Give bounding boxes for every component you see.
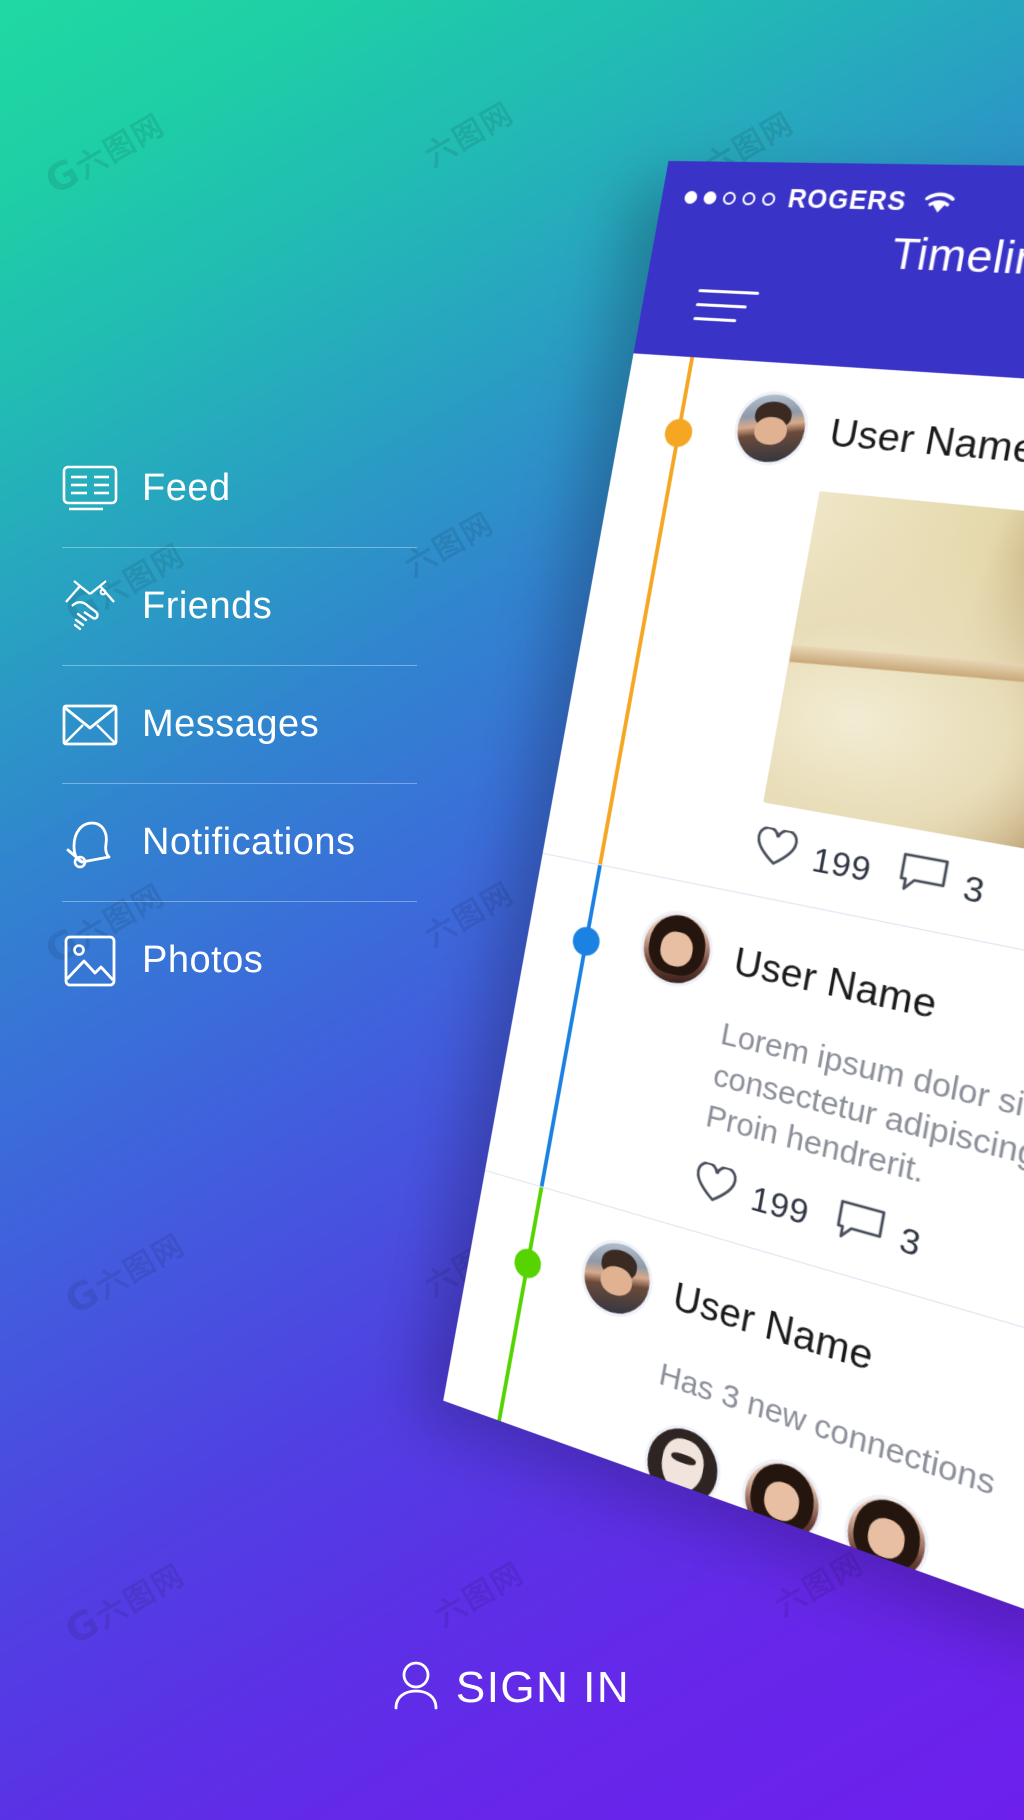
handshake-icon	[62, 579, 118, 635]
timeline-dot	[512, 1245, 544, 1282]
avatar[interactable]	[634, 904, 719, 994]
like-count: 199	[747, 1178, 813, 1233]
comment-bubble-icon	[832, 1198, 886, 1258]
sidebar-item-label: Notifications	[142, 821, 356, 863]
sidebar-menu: Feed Friends Messages Notifications Phot…	[62, 430, 417, 1019]
sidebar-item-label: Friends	[142, 585, 273, 627]
feed-icon	[62, 461, 118, 517]
sidebar-item-label: Feed	[142, 467, 231, 509]
avatar[interactable]	[728, 388, 815, 469]
screen: G六图网 六图网 六图网 G六图网 六图网 六图网 G六图网 六图网 六图网 G…	[0, 0, 1024, 1820]
sidebar-item-notifications[interactable]: Notifications	[62, 783, 417, 901]
comment-count: 3	[960, 867, 989, 911]
comment-action[interactable]: 3	[832, 1198, 925, 1269]
avatar[interactable]	[575, 1230, 659, 1327]
sidebar-item-messages[interactable]: Messages	[62, 665, 417, 783]
wifi-icon	[919, 189, 961, 217]
timeline-rail	[539, 864, 602, 1187]
comment-action[interactable]: 3	[895, 852, 989, 916]
carrier-label: ROGERS	[785, 184, 910, 216]
comment-count: 3	[896, 1219, 925, 1265]
sidebar-item-label: Messages	[142, 703, 320, 745]
sign-in-button[interactable]: SIGN IN	[0, 1660, 1024, 1715]
sign-in-label: SIGN IN	[455, 1662, 631, 1712]
post-header: User Name	[728, 388, 1024, 512]
like-action[interactable]: 199	[690, 1160, 813, 1238]
timeline-dot	[570, 924, 602, 959]
sidebar-item-feed[interactable]: Feed	[62, 430, 417, 547]
heart-icon	[690, 1160, 739, 1217]
sidebar-item-label: Photos	[142, 939, 264, 981]
post-user-name: User Name	[730, 939, 941, 1028]
sidebar-item-photos[interactable]: Photos	[62, 901, 417, 1019]
photo-icon	[62, 933, 118, 989]
hamburger-menu-icon[interactable]	[691, 289, 760, 334]
phone-page-title: Timeline	[887, 228, 1024, 286]
person-icon	[394, 1660, 438, 1715]
post-user-name: User Name	[669, 1273, 877, 1380]
signal-strength-icon	[683, 190, 777, 206]
post-user-name: User Name	[826, 411, 1024, 472]
like-count: 199	[809, 839, 875, 889]
bell-icon	[62, 815, 118, 871]
sidebar-item-friends[interactable]: Friends	[62, 547, 417, 665]
post-photo[interactable]	[763, 491, 1024, 883]
timeline-dot	[662, 417, 695, 449]
comment-bubble-icon	[895, 852, 950, 908]
heart-icon	[751, 825, 800, 879]
envelope-icon	[62, 697, 118, 753]
like-action[interactable]: 199	[751, 825, 875, 893]
